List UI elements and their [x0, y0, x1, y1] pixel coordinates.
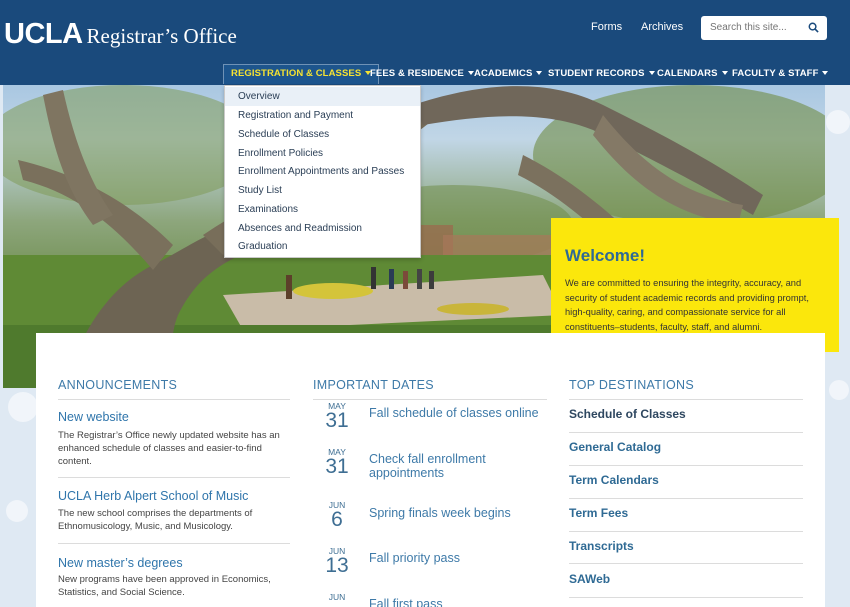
dropdown-item-absences-readmission[interactable]: Absences and Readmission: [225, 219, 420, 238]
nav-calendars[interactable]: CALENDARS: [657, 64, 728, 84]
nav-faculty-staff[interactable]: FACULTY & STAFF: [732, 64, 829, 84]
search-icon[interactable]: [808, 22, 819, 33]
announcement-title[interactable]: New master’s degrees: [58, 556, 183, 570]
welcome-box: Welcome! We are committed to ensuring th…: [551, 218, 839, 352]
destination-link-term-calendars[interactable]: Term Calendars: [569, 473, 659, 487]
announcement-text: The new school comprises the departments…: [58, 508, 253, 532]
announcement-title[interactable]: New website: [58, 410, 129, 424]
logo-ucla: UCLA: [4, 18, 83, 50]
date-event-title[interactable]: Fall schedule of classes online: [369, 406, 559, 420]
caret-down-icon: [536, 71, 543, 76]
divider: [569, 531, 803, 532]
date-event-title[interactable]: Check fall enrollment appointments: [369, 452, 559, 480]
announcements-heading: ANNOUNCEMENTS: [58, 378, 178, 392]
destination-link-general-catalog[interactable]: General Catalog: [569, 440, 661, 454]
background-bokeh: [8, 392, 38, 422]
date-day: 6: [331, 508, 343, 531]
dropdown-item-examinations[interactable]: Examinations: [225, 200, 420, 219]
divider: [313, 399, 547, 400]
date-day: 31: [325, 409, 349, 432]
date-event-title[interactable]: Fall first pass: [369, 597, 559, 607]
announcement-text: The Registrar’s Office newly updated web…: [58, 430, 280, 467]
dropdown-item-registration-payment[interactable]: Registration and Payment: [225, 106, 420, 125]
dropdown-item-enrollment-appointments[interactable]: Enrollment Appointments and Passes: [225, 162, 420, 181]
dropdown-item-overview[interactable]: Overview: [225, 87, 420, 106]
divider: [569, 498, 803, 499]
divider: [58, 399, 290, 400]
divider: [569, 597, 803, 598]
important-dates-heading: IMPORTANT DATES: [313, 378, 434, 392]
registration-dropdown-menu: Overview Registration and Payment Schedu…: [224, 85, 421, 258]
forms-link[interactable]: Forms: [591, 21, 622, 33]
archives-link[interactable]: Archives: [641, 21, 683, 33]
welcome-text: We are committed to ensuring the integri…: [565, 278, 809, 332]
divider: [58, 477, 290, 478]
dropdown-item-enrollment-policies[interactable]: Enrollment Policies: [225, 144, 420, 163]
nav-label: STUDENT RECORDS: [548, 68, 645, 79]
nav-student-records[interactable]: STUDENT RECORDS: [548, 64, 655, 84]
background-bokeh: [6, 500, 28, 522]
background-bokeh: [829, 380, 849, 400]
caret-down-icon: [648, 71, 655, 76]
logo-office: Registrar’s Office: [86, 24, 237, 48]
dropdown-item-schedule-of-classes[interactable]: Schedule of Classes: [225, 125, 420, 144]
announcement-text: New programs have been approved in Econo…: [58, 574, 271, 598]
search-box: [701, 16, 827, 40]
divider: [569, 465, 803, 466]
divider: [569, 399, 803, 400]
background-bokeh: [826, 110, 850, 134]
destination-link-saweb[interactable]: SAWeb: [569, 572, 610, 586]
top-destinations-heading: TOP DESTINATIONS: [569, 378, 694, 392]
nav-label: ACADEMICS: [474, 68, 533, 79]
site-logo[interactable]: UCLA Registrar’s Office: [4, 18, 237, 51]
nav-academics[interactable]: ACADEMICS: [474, 64, 543, 84]
destination-link-schedule-of-classes[interactable]: Schedule of Classes: [569, 407, 686, 421]
announcement-title[interactable]: UCLA Herb Alpert School of Music: [58, 489, 248, 503]
divider: [58, 543, 290, 544]
nav-fees-residence[interactable]: FEES & RESIDENCE: [370, 64, 474, 84]
caret-down-icon: [822, 71, 829, 76]
nav-label: FACULTY & STAFF: [732, 68, 819, 79]
nav-label: REGISTRATION & CLASSES: [231, 68, 362, 79]
site-header: UCLARegistrar’s Office Forms Archives RE…: [0, 0, 850, 85]
date-day: 13: [325, 554, 349, 577]
welcome-title: Welcome!: [565, 246, 645, 265]
date-month: JUN: [328, 592, 346, 602]
content-panel: ANNOUNCEMENTS New website The Registrar’…: [36, 333, 825, 607]
dropdown-item-graduation[interactable]: Graduation: [225, 237, 420, 256]
divider: [569, 563, 803, 564]
search-input[interactable]: [710, 22, 800, 33]
nav-registration-classes[interactable]: REGISTRATION & CLASSES: [223, 64, 380, 84]
destination-link-transcripts[interactable]: Transcripts: [569, 539, 634, 553]
destination-link-term-fees[interactable]: Term Fees: [569, 506, 628, 520]
caret-down-icon: [721, 71, 728, 76]
nav-label: CALENDARS: [657, 68, 718, 79]
date-event-title[interactable]: Spring finals week begins: [369, 506, 559, 520]
date-event-title[interactable]: Fall priority pass: [369, 551, 559, 565]
divider: [569, 432, 803, 433]
date-day: 31: [325, 455, 349, 478]
nav-label: FEES & RESIDENCE: [370, 68, 464, 79]
dropdown-item-study-list[interactable]: Study List: [225, 181, 420, 200]
